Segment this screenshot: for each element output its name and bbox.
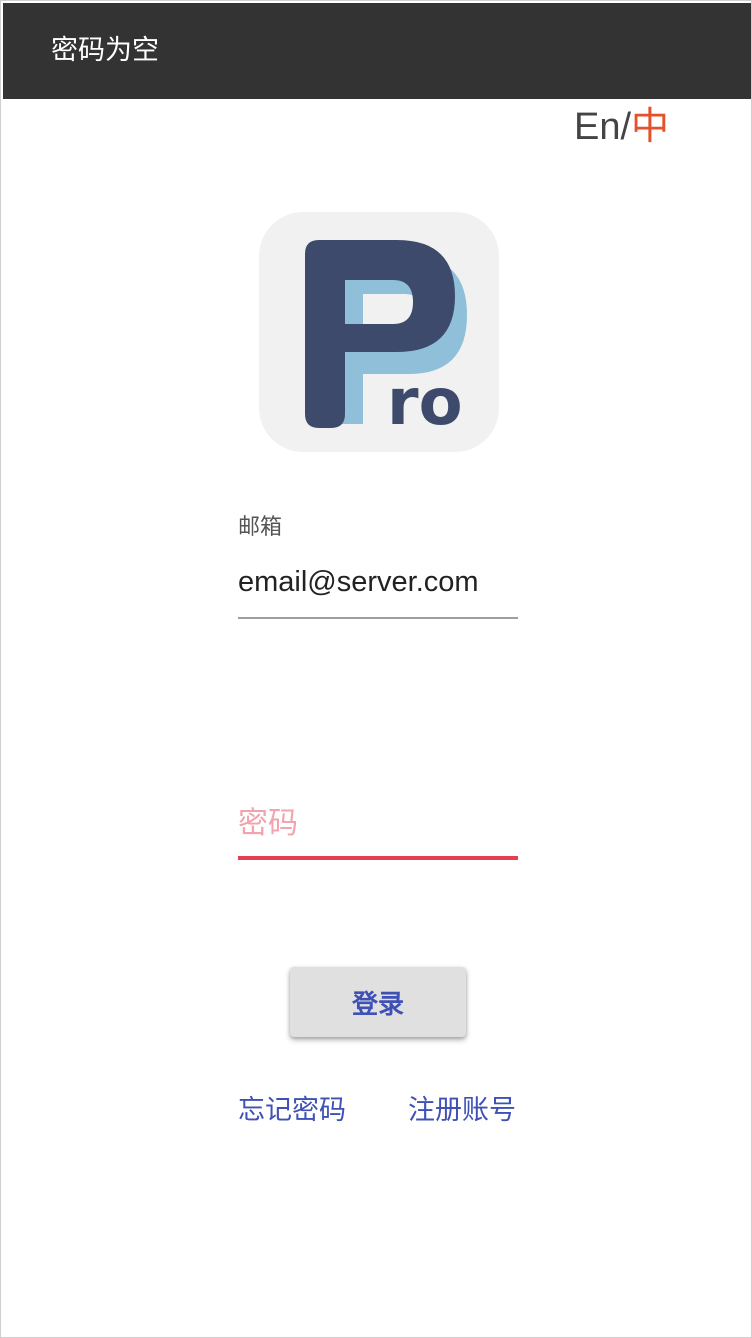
- app-frame: 密码为空 En/中 ro 邮箱 登录 忘记密码 注册账号: [0, 0, 752, 1338]
- email-underline: [238, 617, 518, 619]
- app-logo: ro: [259, 212, 499, 452]
- login-button[interactable]: 登录: [290, 967, 466, 1037]
- email-label: 邮箱: [238, 515, 283, 540]
- password-input[interactable]: [238, 799, 518, 849]
- forgot-password-link[interactable]: 忘记密码: [238, 1093, 346, 1129]
- register-link[interactable]: 注册账号: [408, 1093, 516, 1129]
- logo-ro-text: ro: [387, 366, 463, 440]
- pro-logo-icon: ro: [305, 240, 467, 440]
- language-separator: /: [620, 106, 632, 148]
- toolbar-title: 密码为空: [51, 35, 159, 66]
- top-toolbar: 密码为空: [3, 3, 751, 99]
- language-option-zh[interactable]: 中: [631, 106, 669, 148]
- password-error-underline: [238, 856, 518, 860]
- language-switcher: En/中: [574, 105, 669, 149]
- email-input[interactable]: [238, 559, 518, 605]
- language-option-en[interactable]: En: [574, 106, 620, 148]
